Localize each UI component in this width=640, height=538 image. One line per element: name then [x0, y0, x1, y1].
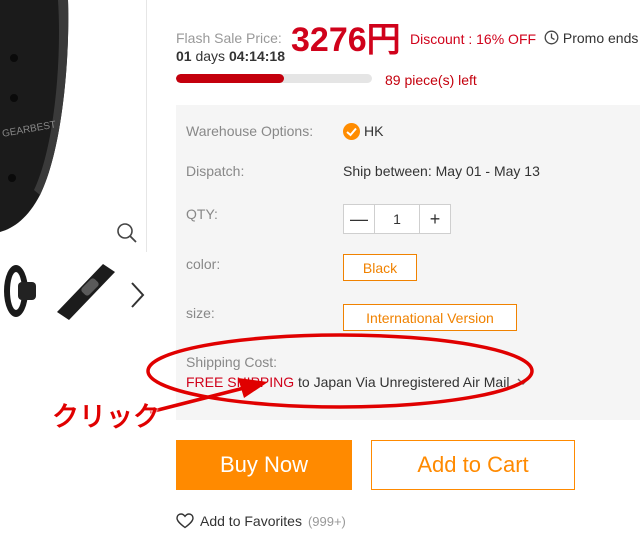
heart-icon [176, 513, 194, 529]
flash-sale-label: Flash Sale Price: [176, 30, 282, 46]
stock-progress-fill [176, 74, 284, 83]
shipping-cost-label: Shipping Cost: [186, 354, 278, 370]
warehouse-label: Warehouse Options: [186, 123, 314, 139]
dispatch-label: Dispatch: [186, 163, 245, 179]
zoom-icon[interactable] [116, 222, 138, 244]
qty-decrease-button[interactable]: — [344, 205, 374, 233]
countdown-days: 01 [176, 48, 192, 64]
color-option-black[interactable]: Black [343, 254, 417, 281]
size-label: size: [186, 305, 215, 321]
add-to-cart-button[interactable]: Add to Cart [371, 440, 575, 490]
chevron-right-icon[interactable] [126, 280, 148, 310]
product-band-image: GEARBEST [0, 0, 69, 232]
checkmark-icon[interactable] [343, 123, 360, 140]
promo-ends: Promo ends [544, 30, 638, 46]
color-label: color: [186, 256, 221, 272]
shipping-method-selector[interactable]: FREE SHIPPING to Japan Via Unregistered … [186, 374, 529, 390]
thumbnail-2[interactable] [57, 262, 115, 320]
chevron-down-icon[interactable] [517, 378, 529, 386]
size-option-international[interactable]: International Version [343, 304, 517, 331]
pieces-left: 89 piece(s) left [385, 72, 477, 88]
countdown: 01 days 04:14:18 [176, 48, 285, 64]
qty-input[interactable]: 1 [374, 205, 420, 233]
gallery-divider [146, 0, 147, 252]
buy-now-button[interactable]: Buy Now [176, 440, 352, 490]
add-to-favorites-label: Add to Favorites [200, 513, 302, 529]
warehouse-value[interactable]: HK [364, 123, 383, 139]
annotation-click-text: クリック [52, 402, 160, 432]
flash-sale-price: 3276円 [291, 21, 401, 59]
discount-text: Discount : 16% OFF [410, 31, 537, 47]
favorites-count: (999+) [307, 513, 346, 529]
thumbnail-1[interactable] [0, 262, 52, 320]
add-to-favorites-link[interactable]: Add to Favorites (999+) [176, 513, 346, 529]
stock-progress-bar [176, 74, 372, 83]
free-shipping-text: FREE SHIPPING [186, 374, 295, 390]
countdown-days-label: days [195, 48, 226, 64]
promo-ends-label: Promo ends [562, 30, 639, 46]
clock-icon [544, 30, 559, 45]
shipping-method-text: to Japan Via Unregistered Air Mail [294, 374, 510, 390]
quantity-stepper[interactable]: — 1 + [343, 204, 451, 234]
dispatch-value: Ship between: May 01 - May 13 [343, 163, 540, 179]
countdown-time: 04:14:18 [228, 48, 285, 64]
qty-label: QTY: [186, 206, 218, 222]
product-main-image[interactable]: GEARBEST [0, 0, 146, 252]
qty-increase-button[interactable]: + [420, 205, 450, 233]
